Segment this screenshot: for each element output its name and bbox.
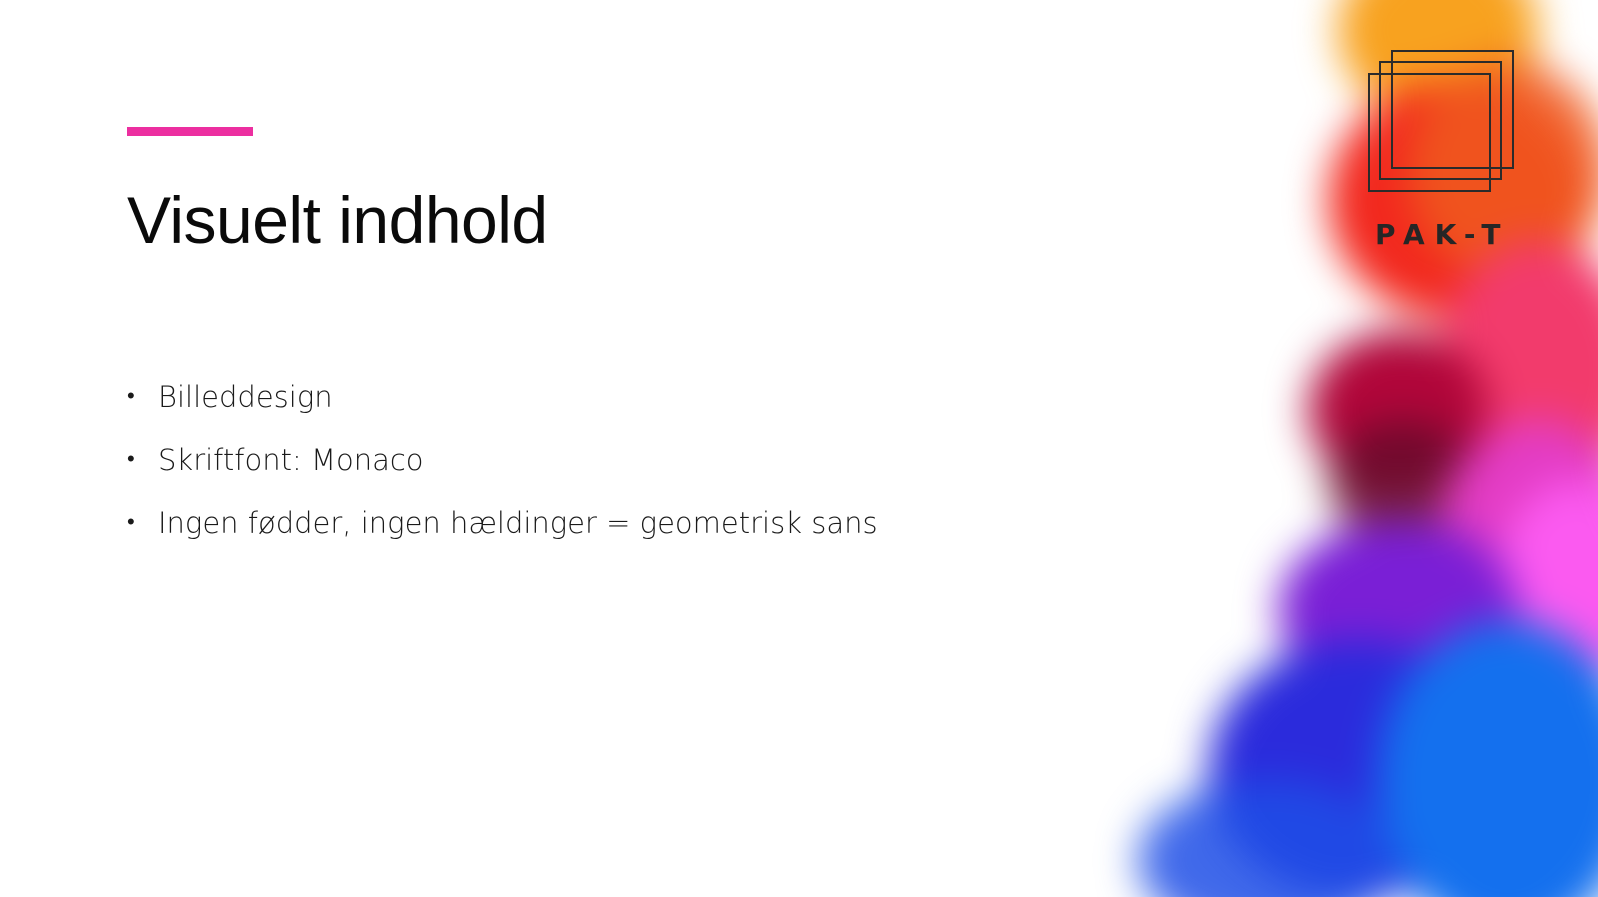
bullet-item: • Ingen fødder, ingen hældinger = geomet… bbox=[127, 498, 878, 548]
bullet-marker: • bbox=[127, 447, 135, 472]
bullet-text: Ingen fødder, ingen hældinger = geometri… bbox=[158, 506, 878, 540]
bullet-text: Skriftfont: Monaco bbox=[158, 443, 424, 477]
bullet-list: • Billeddesign • Skriftfont: Monaco • In… bbox=[127, 372, 878, 561]
logo-wordmark: PAK-T bbox=[1375, 218, 1511, 251]
slide-title: Visuelt indhold bbox=[127, 183, 548, 257]
bullet-item: • Billeddesign bbox=[127, 372, 878, 422]
slide: Visuelt indhold • Billeddesign • Skriftf… bbox=[0, 0, 1598, 897]
bullet-marker: • bbox=[127, 384, 135, 409]
bullet-marker: • bbox=[127, 510, 135, 535]
bullet-text: Billeddesign bbox=[158, 380, 333, 414]
title-accent-bar bbox=[127, 127, 253, 136]
bullet-item: • Skriftfont: Monaco bbox=[127, 435, 878, 485]
